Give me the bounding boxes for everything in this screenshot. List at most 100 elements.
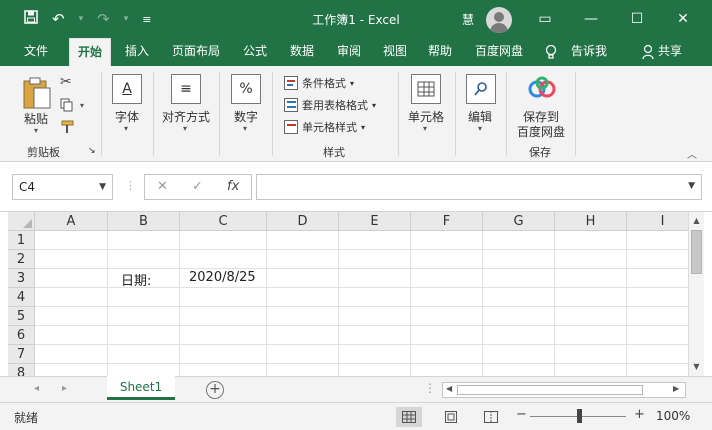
font-dropdown-icon[interactable]: ▾ xyxy=(124,124,128,133)
lightbulb-icon[interactable] xyxy=(545,38,557,66)
cell-b3[interactable]: 日期: xyxy=(121,270,151,289)
column-header-a[interactable]: A xyxy=(35,212,108,231)
tab-insert[interactable]: 插入 xyxy=(125,38,149,66)
minimize-button[interactable]: — xyxy=(568,0,614,38)
column-header-d[interactable]: D xyxy=(267,212,339,231)
share-button[interactable]: 共享 xyxy=(658,38,682,66)
column-header-g[interactable]: G xyxy=(483,212,555,231)
cancel-icon[interactable]: ✕ xyxy=(157,179,168,194)
redo-icon[interactable]: ↷ xyxy=(97,10,110,28)
insert-function-icon[interactable]: fx xyxy=(227,179,239,194)
editing-button[interactable]: 编辑 xyxy=(468,108,492,125)
row-header-8[interactable]: 8 xyxy=(8,364,35,376)
font-icon[interactable]: A xyxy=(112,74,142,104)
zoom-level[interactable]: 100% xyxy=(656,409,690,423)
customize-icon[interactable]: ▾ xyxy=(124,14,129,24)
paste-dropdown-icon[interactable]: ▾ xyxy=(34,126,38,135)
tab-split-grip-icon[interactable]: ⋮ xyxy=(424,381,436,395)
name-box[interactable]: C4 ▼ xyxy=(12,174,113,200)
cells-button[interactable]: 单元格 xyxy=(408,108,444,125)
vertical-scrollbar[interactable]: ▲ ▼ xyxy=(688,212,704,376)
column-header-f[interactable]: F xyxy=(411,212,483,231)
add-sheet-icon[interactable]: + xyxy=(206,381,224,399)
column-header-i[interactable]: I xyxy=(627,212,688,231)
row-header-2[interactable]: 2 xyxy=(8,250,35,269)
cells-dropdown-icon[interactable]: ▾ xyxy=(423,124,427,133)
share-icon[interactable] xyxy=(642,38,656,66)
format-painter-icon[interactable] xyxy=(60,120,76,137)
normal-view-icon[interactable] xyxy=(396,407,422,427)
font-button[interactable]: 字体 xyxy=(115,108,139,125)
tab-baidu-netdisk[interactable]: 百度网盘 xyxy=(475,38,523,66)
save-icon[interactable] xyxy=(24,10,38,28)
expand-formula-bar-icon[interactable]: ▼ xyxy=(688,181,695,191)
cut-icon[interactable]: ✂ xyxy=(60,74,72,90)
next-sheet-icon[interactable]: ▸ xyxy=(62,383,67,394)
clipboard-launcher-icon[interactable]: ↘ xyxy=(88,146,96,156)
magnifier-icon[interactable] xyxy=(466,74,496,104)
tab-help[interactable]: 帮助 xyxy=(428,38,452,66)
tell-me-search[interactable]: 告诉我 xyxy=(571,38,607,66)
customize-icon[interactable]: ≡ xyxy=(142,13,151,26)
page-layout-view-icon[interactable] xyxy=(438,407,464,427)
enter-icon[interactable]: ✓ xyxy=(192,179,203,194)
restore-button[interactable]: ☐ xyxy=(614,0,660,38)
select-all-button[interactable] xyxy=(8,212,35,231)
name-box-dropdown-icon[interactable]: ▼ xyxy=(99,175,106,199)
avatar[interactable] xyxy=(486,7,512,33)
number-dropdown-icon[interactable]: ▾ xyxy=(243,124,247,133)
number-format-icon[interactable]: % xyxy=(231,74,261,104)
zoom-in-button[interactable]: + xyxy=(634,407,645,422)
editing-dropdown-icon[interactable]: ▾ xyxy=(478,124,482,133)
worksheet-grid[interactable]: A B C D E F G H I 1 2 3 4 5 6 7 8 日期: 20… xyxy=(0,212,688,376)
ribbon-display-options-button[interactable]: ▭ xyxy=(522,0,568,38)
column-header-h[interactable]: H xyxy=(555,212,627,231)
row-header-7[interactable]: 7 xyxy=(8,345,35,364)
paste-button[interactable]: 粘贴 xyxy=(24,110,48,127)
scroll-left-icon[interactable]: ◀ xyxy=(446,384,452,393)
tab-formulas[interactable]: 公式 xyxy=(243,38,267,66)
scroll-right-icon[interactable]: ▶ xyxy=(673,384,679,393)
vertical-scroll-thumb[interactable] xyxy=(691,230,702,274)
column-header-e[interactable]: E xyxy=(339,212,411,231)
zoom-out-button[interactable]: − xyxy=(516,407,527,422)
paste-icon[interactable] xyxy=(22,76,52,110)
zoom-slider-thumb[interactable] xyxy=(577,409,582,423)
horizontal-scrollbar[interactable]: ◀ ▶ xyxy=(442,382,686,398)
previous-sheet-icon[interactable]: ◂ xyxy=(34,383,39,394)
number-button[interactable]: 数字 xyxy=(234,108,258,125)
row-header-3[interactable]: 3 xyxy=(8,269,35,288)
alignment-button[interactable]: 对齐方式 xyxy=(162,108,210,125)
customize-icon[interactable]: ▾ xyxy=(79,14,84,24)
row-header-6[interactable]: 6 xyxy=(8,326,35,345)
baidu-netdisk-icon[interactable] xyxy=(528,76,556,100)
tab-page-layout[interactable]: 页面布局 xyxy=(172,38,220,66)
undo-icon[interactable]: ↶ xyxy=(52,10,65,28)
scroll-up-icon[interactable]: ▲ xyxy=(689,216,704,225)
cell-c3[interactable]: 2020/8/25 xyxy=(189,270,256,285)
cell-styles-button[interactable]: 单元格样式 ▾ xyxy=(284,118,365,136)
tab-home[interactable]: 开始 xyxy=(69,38,112,66)
tab-file[interactable]: 文件 xyxy=(24,38,48,66)
conditional-format-button[interactable]: 条件格式 ▾ xyxy=(284,74,354,92)
copy-icon[interactable] xyxy=(60,98,74,115)
row-header-1[interactable]: 1 xyxy=(8,231,35,250)
formula-input[interactable]: ▼ xyxy=(256,174,702,200)
collapse-ribbon-icon[interactable]: ︿ xyxy=(687,146,697,161)
copy-dropdown-icon[interactable]: ▾ xyxy=(80,101,84,110)
column-header-b[interactable]: B xyxy=(108,212,180,231)
tab-view[interactable]: 视图 xyxy=(383,38,407,66)
row-header-4[interactable]: 4 xyxy=(8,288,35,307)
cells-icon[interactable] xyxy=(411,74,441,104)
alignment-icon[interactable]: ≡ xyxy=(171,74,201,104)
save-to-baidu-label-2[interactable]: 百度网盘 xyxy=(517,123,565,140)
column-header-c[interactable]: C xyxy=(180,212,267,231)
row-header-5[interactable]: 5 xyxy=(8,307,35,326)
page-break-preview-icon[interactable] xyxy=(478,407,504,427)
close-button[interactable]: ✕ xyxy=(660,0,706,38)
tab-data[interactable]: 数据 xyxy=(290,38,314,66)
horizontal-scroll-thumb[interactable] xyxy=(457,385,643,395)
user-name[interactable]: 慧 xyxy=(462,11,474,28)
format-as-table-button[interactable]: 套用表格格式 ▾ xyxy=(284,96,376,114)
scroll-down-icon[interactable]: ▼ xyxy=(689,362,704,371)
